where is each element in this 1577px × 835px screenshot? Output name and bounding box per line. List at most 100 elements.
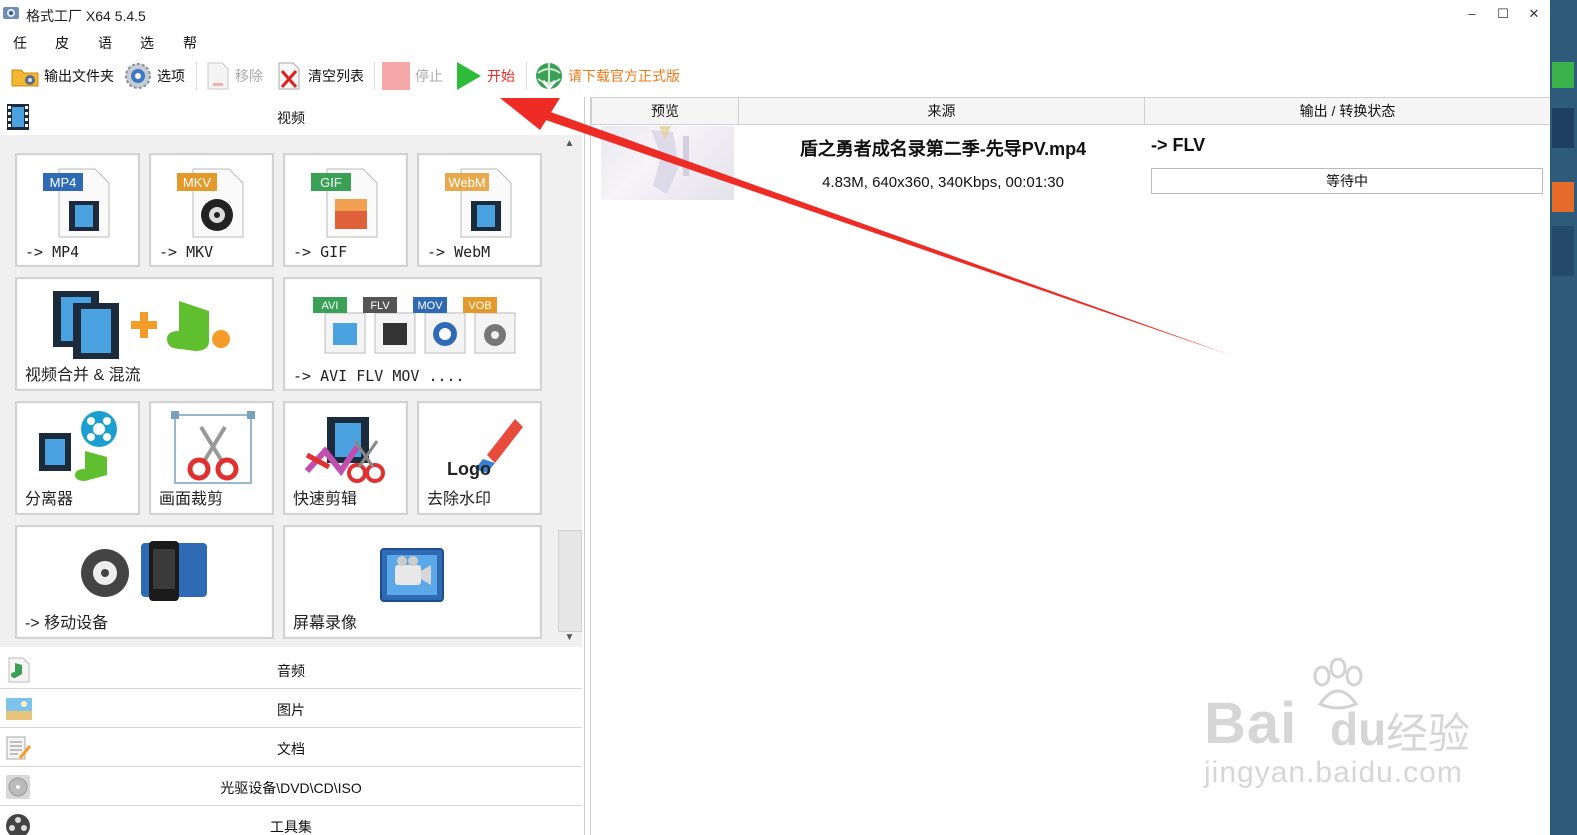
tile-to-gif[interactable]: GIF -> GIF [283,153,408,267]
scroll-up-arrow[interactable]: ▲ [557,135,582,153]
gif-file-icon: GIF [311,168,378,238]
scroll-down-arrow[interactable]: ▼ [557,629,582,647]
folder-icon [11,69,39,87]
mobile-device-icon [81,541,207,601]
stop-button[interactable]: 停止 [381,60,443,92]
tile-label: -> WebM [427,243,491,261]
desktop-app-tile [1552,62,1574,88]
tile-label: 分离器 [25,491,74,508]
title-bar: 格式工厂 X64 5.4.5 – ☐ ✕ [0,0,1550,28]
logo-text: Logo [447,459,491,479]
play-icon [457,62,481,90]
tile-grid-scrollbar[interactable]: ▲ ▼ [557,135,582,647]
vob-badge: VOB [468,300,491,312]
tile-label: 画面裁剪 [159,491,224,508]
category-picture-label: 图片 [277,702,305,718]
remove-file-icon [207,62,229,90]
video-tool-grid: MP4 -> MP4 MKV -> MKV GIF -> GIF WebM ->… [0,135,557,647]
options-button[interactable]: 选项 [123,60,185,92]
gif-badge: GIF [320,175,342,190]
category-video[interactable]: 视频 [0,97,582,136]
column-output-status[interactable]: 输出 / 转换状态 [1144,97,1551,125]
baidu-jingyan-watermark: Bai du 经验 jingyan.baidu.com [1200,650,1500,800]
mkv-file-icon: MKV [177,168,244,238]
webm-file-icon: WebM [445,168,512,238]
globe-download-icon [536,63,562,91]
crop-scissors-icon [171,411,255,484]
column-preview[interactable]: 预览 [591,97,739,125]
tile-to-webm[interactable]: WebM -> WebM [417,153,542,267]
mkv-badge: MKV [183,175,212,190]
category-video-label: 视频 [277,110,305,126]
tile-label: -> MKV [159,243,214,261]
download-official-link[interactable]: 请下载官方正式版 [534,60,680,92]
desktop-app-tile [1552,182,1574,212]
clear-list-label: 清空列表 [308,68,364,84]
webm-badge: WebM [448,175,485,190]
tile-quick-clip[interactable]: 快速剪辑 [283,401,408,515]
tile-video-merge[interactable]: 视频合并 & 混流 [15,277,274,391]
eraser-logo-icon: Logo [447,419,523,479]
flv-badge: FLV [370,300,390,312]
output-folder-button[interactable]: 输出文件夹 [10,60,114,92]
scroll-thumb[interactable] [558,530,582,632]
output-folder-label: 输出文件夹 [44,68,114,84]
splitter-icon [39,411,117,481]
clear-list-icon [278,62,300,90]
tile-screen-record[interactable]: 屏幕录像 [283,525,542,639]
start-button[interactable]: 开始 [455,60,515,92]
screen-record-icon [380,548,444,602]
remove-button[interactable]: 移除 [205,60,263,92]
category-document[interactable]: 文档 [0,728,582,767]
download-official-label: 请下载官方正式版 [568,68,680,84]
desktop-app-tile [1552,226,1574,276]
maximize-button[interactable]: ☐ [1487,0,1519,28]
mp4-badge: MP4 [50,175,77,190]
tile-to-multi-format[interactable]: AVI FLV MOV VOB -> AVI FLV MOV .... [283,277,542,391]
category-audio[interactable]: 音频 [0,650,582,689]
anime-preview-image [651,126,689,194]
mov-badge: MOV [417,300,443,312]
desktop-app-tile [1552,108,1574,148]
category-audio-label: 音频 [277,663,305,679]
tile-remove-watermark[interactable]: Logo 去除水印 [417,401,542,515]
remove-label: 移除 [235,68,263,84]
category-tools[interactable]: 工具集 [0,806,582,835]
close-button[interactable]: ✕ [1518,0,1550,28]
category-panel: 视频 MP4 -> MP4 MKV -> MKV GIF -> GIF WebM… [0,97,585,835]
tile-mobile-device[interactable]: -> 移动设备 [15,525,274,639]
window-title: 格式工厂 X64 5.4.5 [26,8,146,24]
desktop-background-strip [1550,0,1577,835]
conversion-status: 等待中 [1151,168,1543,194]
stop-icon [382,62,410,90]
category-picture[interactable]: 图片 [0,689,582,728]
toolbar-separator [196,62,197,90]
gear-icon [125,63,151,89]
tile-crop[interactable]: 画面裁剪 [149,401,274,515]
output-format: -> FLV [1151,135,1206,155]
tile-label: 屏幕录像 [293,615,358,632]
category-tools-label: 工具集 [270,819,312,835]
start-label: 开始 [487,68,515,84]
multi-format-icons: AVI FLV MOV VOB [313,297,516,354]
video-preview-thumbnail [601,126,734,200]
watermark-brand-du: du [1330,703,1387,755]
tile-label: -> GIF [293,243,348,261]
category-disc[interactable]: 光驱设备\DVD\CD\ISO [0,767,582,806]
tile-label: 去除水印 [427,491,492,508]
clear-list-button[interactable]: 清空列表 [276,60,364,92]
tile-label: -> AVI FLV MOV .... [293,367,465,385]
mp4-file-icon: MP4 [43,168,110,238]
tile-label: 视频合并 & 混流 [25,367,141,384]
tile-splitter[interactable]: 分离器 [15,401,140,515]
avi-badge: AVI [322,300,339,312]
minimize-button[interactable]: – [1456,0,1488,28]
stop-label: 停止 [415,68,443,84]
tile-to-mp4[interactable]: MP4 -> MP4 [15,153,140,267]
toolbar-separator [374,62,375,90]
column-source[interactable]: 来源 [738,97,1145,125]
category-document-label: 文档 [277,741,305,757]
watermark-brand: Bai [1204,691,1298,756]
tile-to-mkv[interactable]: MKV -> MKV [149,153,274,267]
category-disc-label: 光驱设备\DVD\CD\ISO [220,780,362,796]
